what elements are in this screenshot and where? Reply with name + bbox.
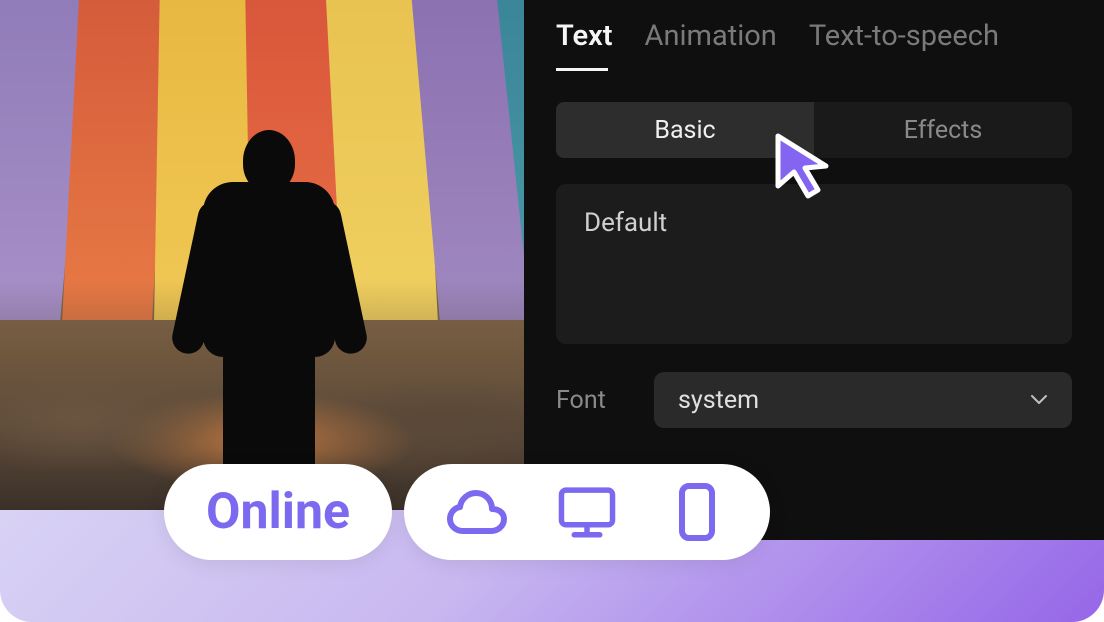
tab-animation[interactable]: Animation <box>645 19 777 57</box>
subtab-basic[interactable]: Basic <box>556 102 814 158</box>
font-value: system <box>678 386 759 415</box>
monitor-icon[interactable] <box>556 481 618 543</box>
platform-pill <box>404 464 770 560</box>
app-container: Text Animation Text-to-speech Basic Effe… <box>0 0 1104 622</box>
font-row: Font system <box>556 372 1072 428</box>
video-preview <box>0 0 524 510</box>
preview-image <box>0 0 524 510</box>
online-label: Online <box>206 483 350 541</box>
properties-panel: Text Animation Text-to-speech Basic Effe… <box>524 0 1104 540</box>
tab-text-to-speech[interactable]: Text-to-speech <box>809 19 999 57</box>
online-pill: Online <box>164 464 392 560</box>
chevron-down-icon <box>1030 391 1048 409</box>
tab-text[interactable]: Text <box>556 19 613 57</box>
preset-box[interactable]: Default <box>556 184 1072 344</box>
subtab-effects[interactable]: Effects <box>814 102 1072 158</box>
bottom-pill-bar: Online <box>164 464 770 560</box>
phone-icon[interactable] <box>666 481 728 543</box>
font-dropdown[interactable]: system <box>654 372 1072 428</box>
cloud-icon[interactable] <box>446 481 508 543</box>
preset-label: Default <box>584 208 1044 238</box>
font-label: Font <box>556 386 626 415</box>
primary-tab-bar: Text Animation Text-to-speech <box>524 0 1104 76</box>
secondary-tab-bar: Basic Effects <box>556 102 1072 158</box>
